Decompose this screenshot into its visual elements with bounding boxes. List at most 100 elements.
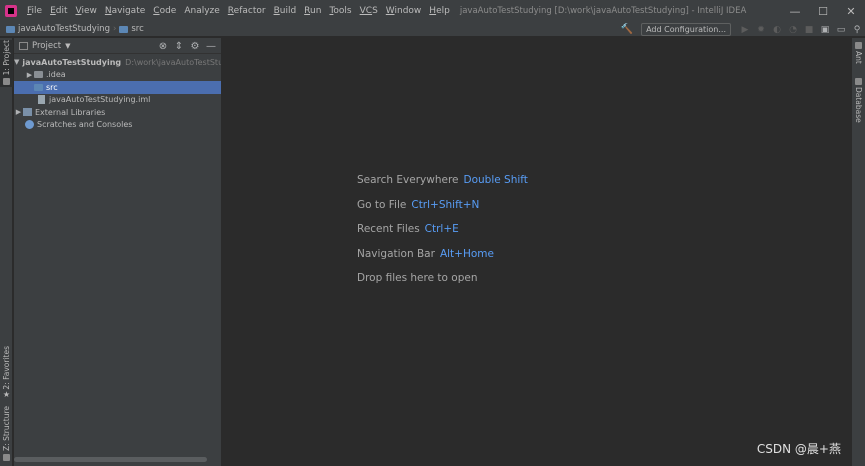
hint-shortcut: Ctrl+E bbox=[424, 223, 459, 235]
debug-icon[interactable]: ✹ bbox=[753, 22, 769, 37]
stop-icon[interactable]: ■ bbox=[801, 22, 817, 37]
hint-recent-files: Recent Files Ctrl+E bbox=[357, 223, 528, 248]
structure-tab-label: Z: Structure bbox=[2, 406, 11, 451]
hint-shortcut: Ctrl+Shift+N bbox=[411, 198, 480, 211]
project-structure-icon[interactable]: ▣ bbox=[817, 22, 833, 37]
editor-area[interactable]: Search Everywhere Double Shift Go to File… bbox=[223, 38, 852, 466]
add-configuration-button[interactable]: Add Configuration... bbox=[641, 23, 731, 36]
tree-row-root[interactable]: ▼ javaAutoTestStudying D:\work\javaAutoT… bbox=[14, 56, 221, 69]
menu-window[interactable]: Window bbox=[382, 0, 426, 22]
hint-navigation-bar: Navigation Bar Alt+Home bbox=[357, 248, 528, 273]
expanded-arrow-icon[interactable]: ▼ bbox=[14, 58, 19, 66]
hint-shortcut: Alt+Home bbox=[439, 247, 494, 260]
breadcrumb: javaAutoTestStudying › src bbox=[6, 24, 144, 34]
folder-icon bbox=[34, 71, 43, 79]
maximize-button[interactable]: ☐ bbox=[809, 0, 837, 22]
hint-label: Go to File bbox=[357, 198, 407, 211]
favorites-tab-label: 2: Favorites bbox=[2, 346, 11, 390]
database-tab-label: Database bbox=[854, 87, 863, 123]
collapse-all-icon[interactable]: ⇕ bbox=[171, 41, 187, 52]
menu-edit[interactable]: Edit bbox=[46, 0, 71, 22]
menu-file[interactable]: File bbox=[23, 0, 46, 22]
scratches-icon bbox=[25, 120, 34, 130]
collapsed-arrow-icon[interactable]: ▶ bbox=[14, 108, 23, 116]
csdn-watermark: CSDN @晨+燕 bbox=[756, 442, 841, 456]
chevron-down-icon[interactable]: ▼ bbox=[65, 42, 70, 50]
navigation-bar: javaAutoTestStudying › src 🔨 Add Configu… bbox=[0, 22, 865, 37]
idea-folder-label: .idea bbox=[46, 70, 66, 80]
search-icon[interactable]: ⚲ bbox=[849, 22, 865, 37]
source-folder-icon bbox=[34, 83, 43, 91]
hint-search-everywhere: Search Everywhere Double Shift bbox=[357, 174, 528, 199]
iml-file-label: javaAutoTestStudying.iml bbox=[49, 95, 151, 105]
left-tool-stripe: 1: Project 2: Favorites ★ Z: Structure bbox=[0, 38, 13, 466]
database-icon bbox=[855, 78, 862, 85]
hint-label: Search Everywhere bbox=[357, 174, 459, 186]
menu-vcs[interactable]: VCS bbox=[356, 0, 382, 22]
root-path: D:\work\javaAutoTestStudying bbox=[125, 57, 221, 67]
menu-build[interactable]: Build bbox=[270, 0, 301, 22]
project-view-icon bbox=[19, 41, 28, 50]
menu-analyze[interactable]: Analyze bbox=[180, 0, 223, 22]
database-tool-tab[interactable]: Database bbox=[852, 78, 865, 123]
tree-row-scratches[interactable]: Scratches and Consoles bbox=[14, 119, 221, 132]
profile-icon[interactable]: ◔ bbox=[785, 22, 801, 37]
menu-navigate[interactable]: Navigate bbox=[101, 0, 149, 22]
empty-editor-hints: Search Everywhere Double Shift Go to File… bbox=[357, 174, 528, 297]
project-view-selector[interactable]: Project bbox=[32, 41, 61, 51]
tree-row-idea[interactable]: ▶ .idea bbox=[14, 69, 221, 82]
build-hammer-icon[interactable]: 🔨 bbox=[621, 24, 633, 35]
presentation-icon[interactable]: ▭ bbox=[833, 22, 849, 37]
menu-refactor[interactable]: Refactor bbox=[224, 0, 270, 22]
src-folder-icon bbox=[119, 25, 129, 33]
iml-file-icon bbox=[38, 95, 45, 105]
structure-tool-tab[interactable]: Z: Structure bbox=[0, 406, 13, 463]
minimize-button[interactable]: — bbox=[781, 0, 809, 22]
collapsed-arrow-icon[interactable]: ▶ bbox=[25, 71, 34, 79]
ant-icon bbox=[855, 42, 862, 49]
menu-tools[interactable]: Tools bbox=[325, 0, 355, 22]
project-tree: ▼ javaAutoTestStudying D:\work\javaAutoT… bbox=[14, 54, 221, 131]
ant-tool-tab[interactable]: Ant bbox=[852, 42, 865, 64]
star-icon: ★ bbox=[2, 389, 11, 399]
menu-view[interactable]: View bbox=[72, 0, 101, 22]
project-panel-header: Project ▼ ⊗ ⇕ ⚙ — bbox=[14, 38, 221, 54]
hint-drop-files: Drop files here to open bbox=[357, 272, 528, 297]
window-title: javaAutoTestStudying [D:\work\javaAutoTe… bbox=[459, 6, 747, 16]
breadcrumb-src[interactable]: src bbox=[131, 24, 143, 34]
coverage-icon[interactable]: ◐ bbox=[769, 22, 785, 37]
hint-label: Drop files here to open bbox=[357, 272, 478, 284]
window-controls: — ☐ ✕ bbox=[781, 0, 865, 22]
scratches-label: Scratches and Consoles bbox=[37, 120, 133, 130]
gear-icon[interactable]: ⚙ bbox=[187, 41, 203, 52]
project-tool-tab[interactable]: 1: Project bbox=[0, 40, 13, 88]
run-icon[interactable]: ▶ bbox=[737, 22, 753, 37]
title-bar: File Edit View Navigate Code Analyze Ref… bbox=[0, 0, 865, 22]
hide-panel-icon[interactable]: — bbox=[203, 41, 219, 52]
close-button[interactable]: ✕ bbox=[837, 0, 865, 22]
breadcrumb-separator: › bbox=[112, 24, 117, 34]
menu-run[interactable]: Run bbox=[300, 0, 325, 22]
project-folder-icon bbox=[6, 25, 15, 33]
library-icon bbox=[23, 108, 32, 117]
project-tab-label: 1: Project bbox=[2, 40, 11, 76]
root-name: javaAutoTestStudying bbox=[22, 57, 122, 67]
project-panel: Project ▼ ⊗ ⇕ ⚙ — ▼ javaAutoTestStudying… bbox=[14, 38, 222, 466]
hint-label: Recent Files bbox=[357, 223, 420, 235]
horizontal-scrollbar[interactable] bbox=[14, 457, 207, 462]
run-toolbar: 🔨 Add Configuration... ▶ ✹ ◐ ◔ ■ ▣ ▭ ⚲ bbox=[621, 22, 865, 37]
favorites-tool-tab[interactable]: 2: Favorites ★ bbox=[0, 346, 13, 399]
locate-target-icon[interactable]: ⊗ bbox=[155, 41, 171, 52]
intellij-logo-icon bbox=[5, 5, 17, 17]
menu-help[interactable]: Help bbox=[425, 0, 454, 22]
tree-row-src[interactable]: src bbox=[14, 81, 221, 94]
tree-row-external-libraries[interactable]: ▶ External Libraries bbox=[14, 106, 221, 119]
breadcrumb-project[interactable]: javaAutoTestStudying bbox=[18, 24, 110, 34]
ant-tab-label: Ant bbox=[854, 51, 863, 64]
right-tool-stripe: Ant Database bbox=[852, 38, 865, 466]
src-folder-label: src bbox=[46, 82, 58, 92]
external-libraries-label: External Libraries bbox=[35, 107, 106, 117]
panel-actions: ⊗ ⇕ ⚙ — bbox=[155, 38, 219, 54]
menu-code[interactable]: Code bbox=[149, 0, 180, 22]
tree-row-iml[interactable]: javaAutoTestStudying.iml bbox=[14, 94, 221, 107]
